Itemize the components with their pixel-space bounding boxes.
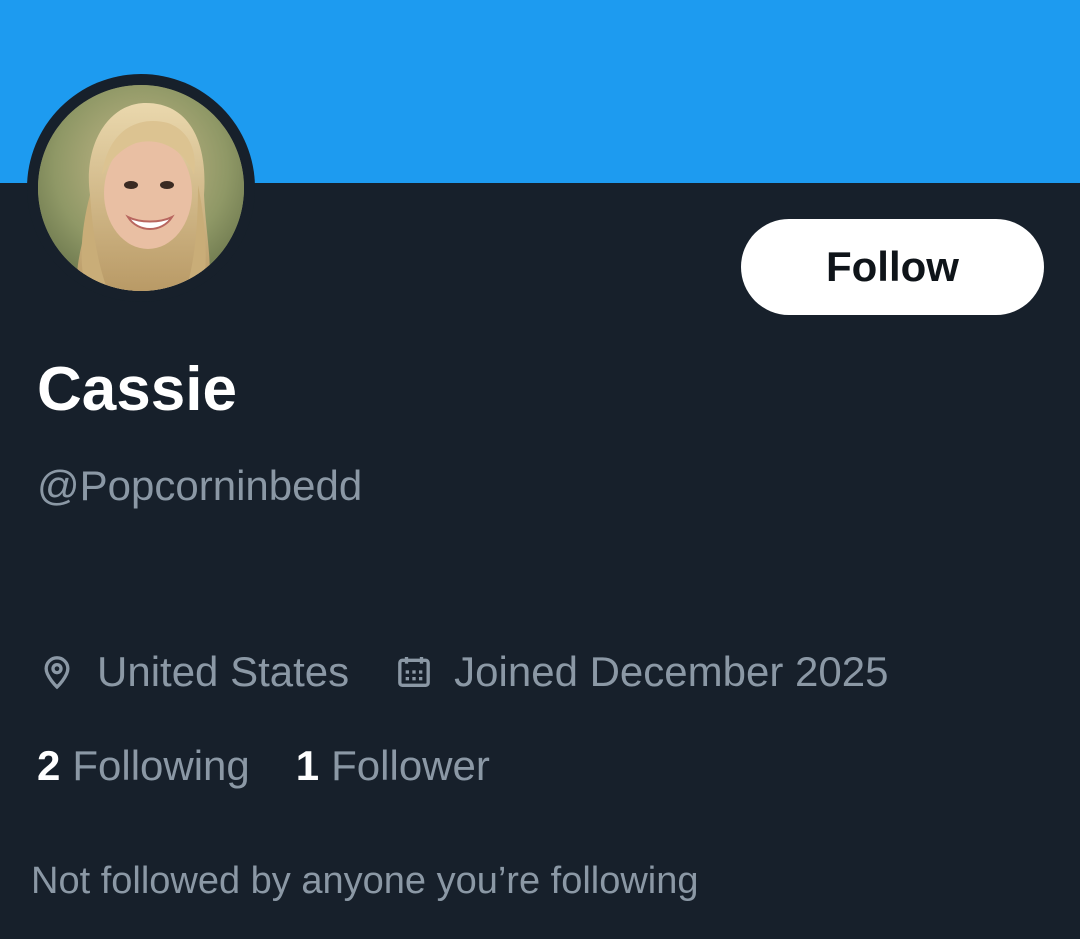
joined-item: Joined December 2025: [394, 648, 888, 696]
followers-link[interactable]: 1 Follower: [296, 742, 490, 790]
profile-page: Follow Cassie @Popcorninbedd United Stat…: [0, 0, 1080, 939]
following-link[interactable]: 2 Following: [37, 742, 250, 790]
location-text: United States: [97, 648, 350, 695]
joined-text: Joined December 2025: [454, 648, 889, 695]
user-handle: @Popcorninbedd: [37, 462, 363, 509]
following-label: Following: [72, 742, 250, 789]
following-count: 2: [37, 742, 61, 789]
display-name: Cassie: [37, 355, 237, 424]
avatar-photo: [38, 85, 244, 291]
follow-button[interactable]: Follow: [741, 219, 1044, 315]
follow-stats: 2 Following 1 Follower: [37, 738, 490, 794]
location-item: United States: [37, 648, 349, 696]
followers-count: 1: [295, 742, 320, 789]
profile-meta: United States Joined December 2025: [37, 644, 888, 700]
avatar[interactable]: [38, 85, 244, 291]
calendar-icon: [394, 652, 434, 692]
followers-label: Follower: [331, 742, 490, 789]
location-pin-icon: [37, 652, 77, 692]
followed-by-text: Not followed by anyone you’re following: [31, 860, 699, 902]
